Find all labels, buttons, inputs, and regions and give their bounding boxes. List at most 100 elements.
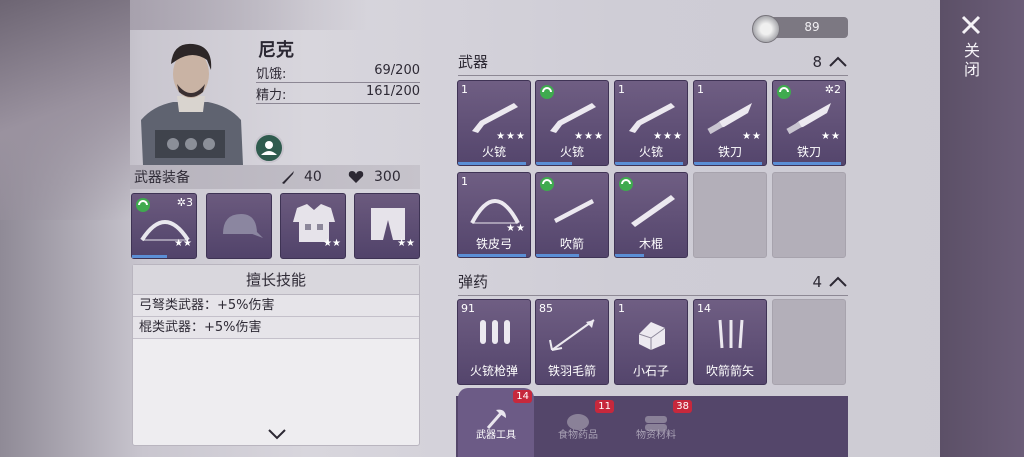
skill-line: 弓弩类武器：+5%伤害 xyxy=(133,295,419,317)
character-portrait xyxy=(141,43,243,165)
tab-label: 武器工具 xyxy=(476,430,516,441)
bullets-icon xyxy=(480,320,510,344)
item-label: 火铳 xyxy=(638,145,663,159)
empty-slot xyxy=(772,299,846,385)
tab-badge: 11 xyxy=(595,400,614,413)
durability-bar xyxy=(132,255,168,258)
close-panel[interactable]: 关闭 xyxy=(940,0,1024,457)
equip-slot-body[interactable]: ★★ xyxy=(280,193,346,259)
ammo-header[interactable]: 弹药 4 xyxy=(458,268,848,296)
ammo-card[interactable]: 85 铁羽毛箭 xyxy=(535,299,609,385)
tab-badge: 38 xyxy=(673,400,692,413)
musket-icon xyxy=(550,103,596,133)
tab-weapons-tools[interactable]: 14 武器工具 xyxy=(458,388,534,457)
equipment-title: 武器装备 xyxy=(134,170,190,186)
item-stars: ★★★ xyxy=(653,131,683,142)
ammo-title: 弹药 xyxy=(458,273,489,291)
skills-title: 擅长技能 xyxy=(133,265,419,295)
pebble-icon xyxy=(638,322,666,350)
silver-coin-icon xyxy=(752,15,780,43)
equip-slot-legs[interactable]: ★★ xyxy=(354,193,420,259)
stat-energy: 精力: 161/200 xyxy=(256,84,420,104)
weapons-title: 武器 xyxy=(458,53,489,71)
knife-icon xyxy=(707,103,752,135)
stick-icon xyxy=(631,195,675,227)
item-qty: 1 xyxy=(461,83,468,96)
tab-label: 物资材料 xyxy=(636,430,676,441)
item-stars: ★★ xyxy=(742,131,762,142)
attack-value: 40 xyxy=(304,169,322,185)
ammo-card[interactable]: 1 小石子 xyxy=(614,299,688,385)
durability-bar xyxy=(458,162,527,165)
item-label: 铁刀 xyxy=(717,145,742,159)
durability-bar xyxy=(773,162,842,165)
weapons-header[interactable]: 武器 8 xyxy=(458,48,848,76)
tab-food-medicine[interactable]: 11 食物药品 xyxy=(540,398,616,457)
item-label: 火铳 xyxy=(559,145,584,159)
item-label: 铁刀 xyxy=(796,145,821,159)
item-label: 火铳枪弹 xyxy=(469,364,518,378)
durability-bar xyxy=(615,254,644,257)
ammo-card[interactable]: 14 吹箭箭矢 xyxy=(693,299,767,385)
stat-hunger: 饥饿: 69/200 xyxy=(256,63,420,83)
equipment-header: 武器装备 40 300 xyxy=(130,165,420,189)
cap-icon xyxy=(223,214,263,238)
durability-bar xyxy=(615,162,684,165)
item-label: 铁皮弓 xyxy=(475,237,512,251)
durability-bar xyxy=(458,254,527,257)
equip-slot-weapon[interactable]: ✲3 ★★ xyxy=(131,193,197,259)
darts-icon xyxy=(718,319,744,349)
weapon-card[interactable]: ★★★ 火铳 xyxy=(535,80,609,166)
close-label[interactable]: 关闭 xyxy=(960,42,982,80)
item-stars: ★★ xyxy=(821,131,841,142)
weapon-card[interactable]: 1 ★★★ 火铳 xyxy=(457,80,531,166)
item-label: 火铳 xyxy=(481,145,506,159)
bow-icon xyxy=(470,199,520,224)
slot-stars: ★★ xyxy=(174,238,192,249)
skill-badge-icon xyxy=(261,141,277,155)
tab-materials[interactable]: 38 物资材料 xyxy=(618,398,694,457)
item-stars: ★★★ xyxy=(574,131,604,142)
item-qty: 1 xyxy=(697,83,704,96)
background-scenery xyxy=(0,0,130,220)
weapon-card[interactable]: 1 ★★ 铁皮弓 xyxy=(457,172,531,258)
knife-icon xyxy=(786,103,831,135)
slot-stars: ★★ xyxy=(397,238,415,249)
chevron-up-icon[interactable] xyxy=(828,56,848,68)
item-label: 铁羽毛箭 xyxy=(547,364,596,378)
item-label: 木棍 xyxy=(638,237,663,251)
gear-level: ✲3 xyxy=(176,196,193,209)
tab-label: 食物药品 xyxy=(558,430,598,441)
close-icon[interactable] xyxy=(960,14,982,36)
health-stat: 300 xyxy=(348,169,401,185)
chevron-down-icon[interactable] xyxy=(267,427,287,441)
equip-slot-head[interactable] xyxy=(206,193,272,259)
blowgun-icon xyxy=(554,199,594,223)
attack-stat: 40 xyxy=(280,169,340,185)
weapon-card[interactable]: 1 ★★★ 火铳 xyxy=(614,80,688,166)
weapon-card[interactable]: 1 ★★ 铁刀 xyxy=(693,80,767,166)
ammo-card[interactable]: 91 火铳枪弹 xyxy=(457,299,531,385)
weapon-card[interactable]: ✲2 ★★ 铁刀 xyxy=(772,80,846,166)
item-qty: 1 xyxy=(618,302,625,315)
item-label: 小石子 xyxy=(632,364,669,378)
skill-line: 棍类武器：+5%伤害 xyxy=(133,317,419,339)
weapons-count-wrap: 8 xyxy=(812,53,848,71)
musket-icon xyxy=(629,103,675,133)
item-label: 吹箭 xyxy=(559,237,584,251)
musket-icon xyxy=(472,103,518,133)
background-scenery-top xyxy=(130,0,370,30)
heart-icon xyxy=(348,171,364,183)
ammo-count-wrap: 4 xyxy=(812,273,848,291)
weapon-card[interactable]: 吹箭 xyxy=(535,172,609,258)
stat-value: 69/200 xyxy=(374,63,420,78)
slot-stars: ★★ xyxy=(323,238,341,249)
item-label: 吹箭箭矢 xyxy=(705,364,754,378)
character-skill-badge[interactable] xyxy=(254,133,284,163)
durability-bar xyxy=(694,162,763,165)
empty-slot xyxy=(693,172,767,258)
stat-label: 精力: xyxy=(256,88,287,103)
chevron-up-icon[interactable] xyxy=(828,276,848,288)
durability-bar xyxy=(536,254,580,257)
weapon-card[interactable]: 木棍 xyxy=(614,172,688,258)
